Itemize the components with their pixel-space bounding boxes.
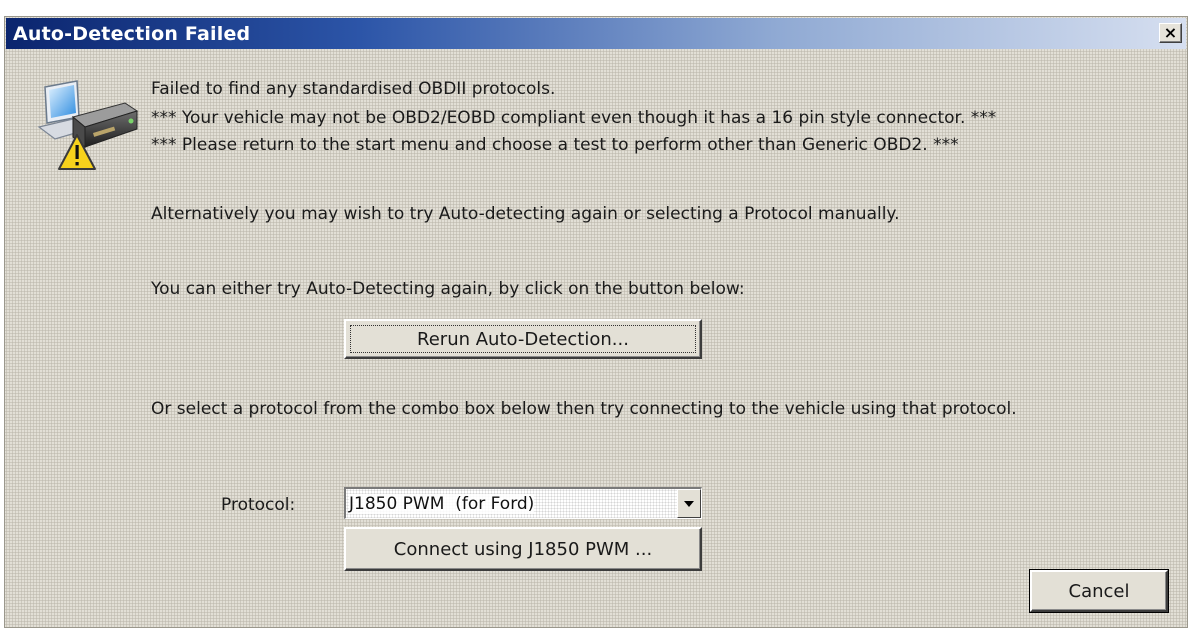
message-line-4: Alternatively you may wish to try Auto-d… bbox=[151, 204, 900, 224]
dialog-title: Auto-Detection Failed bbox=[13, 23, 251, 45]
protocol-label: Protocol: bbox=[221, 495, 296, 515]
protocol-combo-box[interactable]: J1850 PWM (for Ford) bbox=[344, 487, 702, 519]
message-line-2: *** Your vehicle may not be OBD2/EOBD co… bbox=[151, 108, 997, 128]
cancel-button[interactable]: Cancel bbox=[1029, 569, 1169, 613]
message-line-5: You can either try Auto-Detecting again,… bbox=[151, 279, 745, 299]
close-button[interactable]: × bbox=[1159, 23, 1182, 43]
protocol-selected-value[interactable]: J1850 PWM (for Ford) bbox=[346, 489, 677, 518]
title-bar[interactable]: Auto-Detection Failed × bbox=[6, 18, 1186, 49]
cancel-button-label: Cancel bbox=[1068, 580, 1130, 602]
computer-device-warning-icon bbox=[37, 80, 139, 170]
message-line-1: Failed to find any standardised OBDII pr… bbox=[151, 79, 556, 99]
rerun-button-label: Rerun Auto-Detection... bbox=[417, 328, 629, 350]
rerun-auto-detection-button[interactable]: Rerun Auto-Detection... bbox=[344, 319, 702, 359]
protocol-selected-text: J1850 PWM (for Ford) bbox=[349, 493, 535, 514]
message-line-6: Or select a protocol from the combo box … bbox=[151, 399, 1017, 419]
message-line-3: *** Please return to the start menu and … bbox=[151, 135, 959, 155]
chevron-down-icon bbox=[684, 500, 694, 507]
connect-protocol-button[interactable]: Connect using J1850 PWM ... bbox=[344, 527, 702, 571]
auto-detection-dialog: Auto-Detection Failed × Failed to find a… bbox=[4, 16, 1188, 628]
close-icon: × bbox=[1163, 23, 1178, 42]
connect-button-label: Connect using J1850 PWM ... bbox=[393, 538, 653, 560]
combo-dropdown-button[interactable] bbox=[677, 489, 701, 518]
